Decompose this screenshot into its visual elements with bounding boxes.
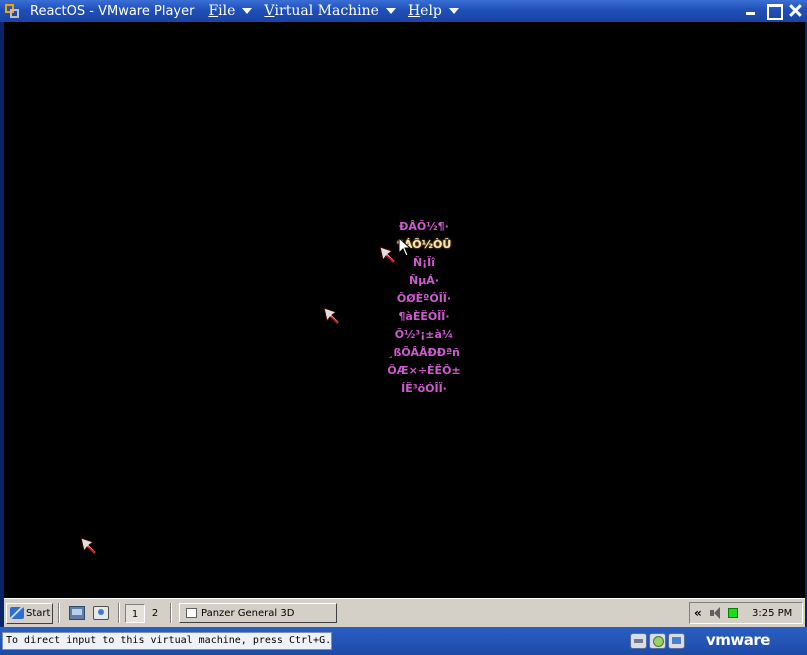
reactos-taskbar: Start 1 2 Panzer General 3D « 3:25 PM bbox=[4, 598, 805, 627]
mouse-pointer-icon bbox=[398, 237, 412, 257]
hard-disk-icon[interactable] bbox=[630, 633, 647, 649]
game-menu-item[interactable]: ÕØÈºÓÎÏ· bbox=[374, 290, 474, 308]
menu-virtual-machine[interactable]: Virtual Machine bbox=[264, 3, 396, 19]
input-hint: To direct input to this virtual machine,… bbox=[2, 632, 332, 650]
reactos-logo-icon bbox=[10, 607, 24, 619]
network-adapter-icon[interactable] bbox=[668, 633, 685, 649]
close-button[interactable] bbox=[787, 2, 803, 18]
game-cursor-icon bbox=[379, 246, 396, 264]
start-button[interactable]: Start bbox=[6, 602, 53, 624]
menu-bar: File Virtual Machine Help bbox=[208, 3, 470, 19]
window-controls bbox=[743, 2, 803, 20]
network-status-icon[interactable] bbox=[728, 608, 738, 618]
maximize-button[interactable] bbox=[765, 2, 783, 20]
chevron-down-icon bbox=[242, 8, 253, 14]
task-button-panzer-general[interactable]: Panzer General 3D bbox=[179, 603, 337, 623]
vmware-status-bar: To direct input to this virtual machine,… bbox=[0, 627, 807, 655]
game-menu-item[interactable]: ÐÂÕ½¶· bbox=[374, 218, 474, 236]
taskbar-separator bbox=[58, 603, 60, 623]
clock[interactable]: 3:25 PM bbox=[752, 608, 792, 619]
menu-file[interactable]: File bbox=[208, 3, 253, 19]
cd-rom-icon[interactable] bbox=[649, 633, 666, 649]
window-title: ReactOS - VMware Player bbox=[30, 3, 195, 19]
vmware-app-icon bbox=[4, 3, 20, 19]
vmware-logo: vmware bbox=[706, 631, 770, 649]
game-menu-item[interactable]: Õ½³¡±à¼­ bbox=[374, 326, 474, 344]
game-cursor-icon bbox=[80, 537, 97, 555]
game-cursor-icon bbox=[323, 307, 340, 325]
volume-icon[interactable] bbox=[710, 607, 724, 619]
taskbar-separator bbox=[118, 603, 120, 623]
window-icon bbox=[186, 608, 197, 618]
game-menu-item[interactable]: ÕÆ×÷ÈËÔ± bbox=[374, 362, 474, 380]
vmware-title-bar: ReactOS - VMware Player File Virtual Mac… bbox=[0, 0, 807, 22]
virtual-desktop-2[interactable]: 2 bbox=[145, 604, 165, 623]
game-menu-item[interactable]: ¸ßÕÂÅÐÐªñ bbox=[374, 344, 474, 362]
tray-expand-icon[interactable]: « bbox=[694, 606, 704, 620]
guest-screen[interactable]: ÐÂÕ½¶· ¶ÁÕ½ÒÛ Ñ¡Ïî ÑµÁ· ÕØÈºÓÎÏ· ¶àÈËÓÎÏ… bbox=[4, 22, 805, 627]
taskbar-separator bbox=[170, 603, 172, 623]
minimize-button[interactable] bbox=[743, 2, 759, 18]
game-menu-item[interactable]: ¶àÈËÓÎÏ· bbox=[374, 308, 474, 326]
explorer-icon[interactable] bbox=[93, 606, 109, 620]
chevron-down-icon bbox=[385, 8, 396, 14]
device-icons bbox=[630, 633, 685, 649]
game-menu-item[interactable]: ÍË³öÓÎÏ· bbox=[374, 380, 474, 398]
show-desktop-icon[interactable] bbox=[69, 606, 85, 620]
chevron-down-icon bbox=[448, 8, 459, 14]
system-tray: « 3:25 PM bbox=[689, 602, 803, 624]
game-menu-item[interactable]: ÑµÁ· bbox=[374, 272, 474, 290]
virtual-desktop-1[interactable]: 1 bbox=[125, 603, 145, 623]
menu-help[interactable]: Help bbox=[408, 3, 459, 19]
